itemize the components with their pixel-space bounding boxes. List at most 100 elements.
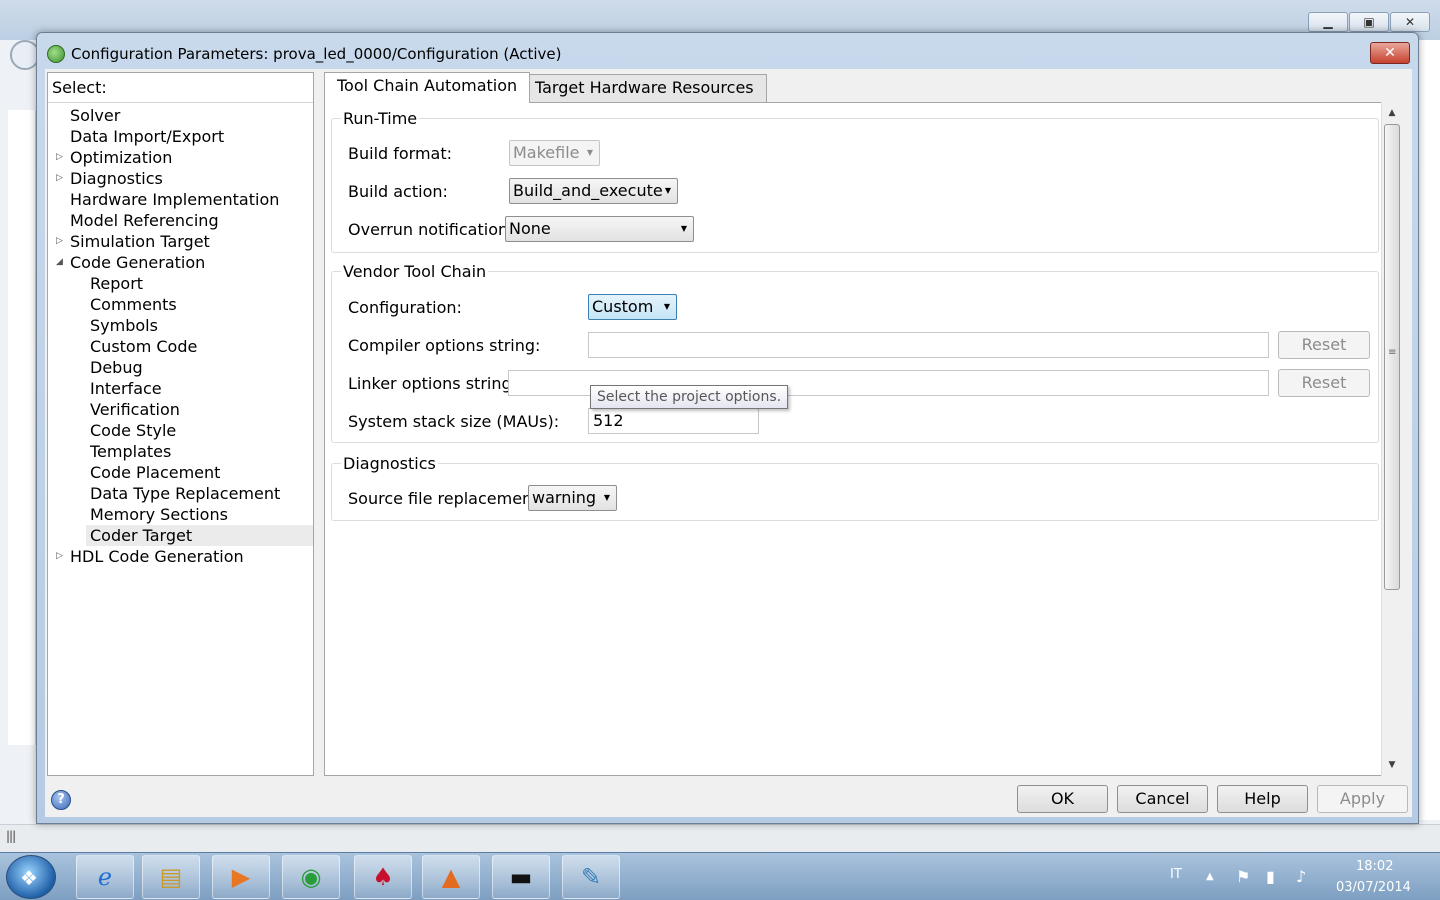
scroll-thumb[interactable]: ≡ (1384, 124, 1400, 590)
help-question-icon[interactable]: ? (51, 790, 71, 810)
tree-item-hardware-implementation[interactable]: Hardware Implementation (70, 189, 279, 210)
linker-options-label: Linker options string: (348, 374, 518, 393)
overrun-notification-dropdown[interactable]: None ▼ (505, 216, 694, 242)
tree-item-data-type-replacement[interactable]: Data Type Replacement (90, 483, 280, 504)
background-left-pane (8, 110, 36, 745)
internet-explorer-icon[interactable]: ℯ (76, 855, 134, 899)
cancel-button[interactable]: Cancel (1117, 785, 1208, 813)
tree-item-report[interactable]: Report (90, 273, 143, 294)
tree-item-comments[interactable]: Comments (90, 294, 177, 315)
build-action-dropdown[interactable]: Build_and_execute ▼ (509, 178, 678, 204)
tree-item-coder-target[interactable]: Coder Target (86, 525, 313, 546)
scroll-up-icon[interactable]: ▲ (1382, 104, 1402, 122)
tree-item-memory-sections[interactable]: Memory Sections (90, 504, 228, 525)
ok-button[interactable]: OK (1017, 785, 1108, 813)
clock-date[interactable]: 03/07/2014 (1336, 880, 1411, 895)
category-tree: Select: Solver Data Import/Export ▷ Opti… (47, 72, 314, 776)
configuration-tooltip: Select the project options. (590, 385, 789, 409)
expand-diagnostics-icon[interactable]: ▷ (56, 168, 66, 189)
start-button[interactable]: ❖ (6, 855, 56, 899)
tab-target-hardware-resources[interactable]: Target Hardware Resources (522, 74, 767, 102)
background-close-button[interactable]: ✕ (1390, 12, 1430, 32)
vendor-tool-chain-group: Vendor Tool Chain Configuration: Custom … (331, 262, 1379, 443)
status-bar-grip-icon: ||| (6, 829, 16, 843)
tray-expand-icon[interactable]: ▲ (1206, 871, 1214, 882)
tree-item-model-referencing[interactable]: Model Referencing (70, 210, 219, 231)
windows-logo-icon: ❖ (20, 866, 38, 890)
tree-item-debug[interactable]: Debug (90, 357, 143, 378)
source-file-replacement-dropdown[interactable]: warning ▼ (528, 485, 617, 511)
tree-item-templates[interactable]: Templates (90, 441, 171, 462)
scroll-down-icon[interactable]: ▼ (1382, 756, 1402, 774)
language-indicator[interactable]: IT (1170, 867, 1182, 882)
chevron-down-icon: ▼ (664, 186, 671, 195)
diagnostics-group: Diagnostics Source file replacement: war… (331, 454, 1379, 521)
tree-item-simulation-target[interactable]: Simulation Target (70, 231, 210, 252)
build-action-value: Build_and_execute (513, 181, 663, 200)
scroll-grip-icon: ≡ (1388, 347, 1397, 358)
build-format-value: Makefile (513, 143, 580, 162)
tree-item-code-generation[interactable]: Code Generation (70, 252, 205, 273)
tab-content: Run-Time Build format: Makefile ▼ Build … (324, 102, 1390, 776)
dialog-title: Configuration Parameters: prova_led_0000… (71, 45, 562, 63)
media-player-icon[interactable]: ▶ (212, 855, 270, 899)
background-maximize-button[interactable]: ▣ (1349, 12, 1389, 32)
volume-icon[interactable]: ♪ (1296, 867, 1306, 886)
help-button[interactable]: Help (1217, 785, 1308, 813)
taskbar: ❖ ℯ ▤ ▶ ◉ ♠ ▲ ▬ ✎ IT ▲ ⚑ ▮ ♪ 18:02 03/07… (0, 852, 1440, 900)
chevron-down-icon: ▼ (663, 302, 670, 311)
action-center-flag-icon[interactable]: ⚑ (1236, 867, 1250, 886)
configuration-dropdown[interactable]: Custom ▼ (588, 294, 677, 320)
chrome-icon[interactable]: ◉ (282, 855, 340, 899)
expand-hdl-code-generation-icon[interactable]: ▷ (56, 546, 66, 567)
overrun-notification-label: Overrun notification: (348, 220, 514, 239)
network-signal-icon[interactable]: ▮ (1266, 867, 1275, 886)
vertical-scrollbar[interactable]: ▲ ≡ ▼ (1381, 102, 1401, 776)
configuration-label: Configuration: (348, 298, 462, 317)
source-file-replacement-label: Source file replacement: (348, 489, 544, 508)
background-right-pane (1418, 40, 1440, 820)
tree-item-hdl-code-generation[interactable]: HDL Code Generation (70, 546, 244, 567)
configuration-parameters-dialog: Configuration Parameters: prova_led_0000… (36, 32, 1419, 824)
matlab-icon[interactable]: ▲ (422, 855, 480, 899)
tree-item-custom-code[interactable]: Custom Code (90, 336, 197, 357)
collapse-code-generation-icon[interactable]: ◢ (56, 252, 66, 273)
build-action-label: Build action: (348, 182, 448, 201)
chevron-down-icon: ▼ (603, 493, 610, 502)
tree-item-data-import-export[interactable]: Data Import/Export (70, 126, 224, 147)
tree-header: Select: (48, 73, 313, 103)
linker-reset-button[interactable]: Reset (1278, 369, 1370, 397)
system-stack-size-input[interactable]: 512 (588, 408, 759, 434)
overrun-notification-value: None (509, 219, 551, 238)
chevron-down-icon: ▼ (680, 224, 687, 233)
tree-item-optimization[interactable]: Optimization (70, 147, 172, 168)
tree-item-interface[interactable]: Interface (90, 378, 162, 399)
tab-tool-chain-automation[interactable]: Tool Chain Automation (324, 72, 531, 103)
dialog-body: Select: Solver Data Import/Export ▷ Opti… (45, 69, 1412, 817)
tree-item-code-placement[interactable]: Code Placement (90, 462, 220, 483)
command-prompt-icon[interactable]: ▬ (492, 855, 550, 899)
expand-optimization-icon[interactable]: ▷ (56, 147, 66, 168)
tree-item-code-style[interactable]: Code Style (90, 420, 176, 441)
tree-item-solver[interactable]: Solver (70, 105, 120, 126)
paint-icon[interactable]: ✎ (562, 855, 620, 899)
diagnostics-group-title: Diagnostics (341, 454, 438, 473)
tree-item-verification[interactable]: Verification (90, 399, 180, 420)
file-explorer-icon[interactable]: ▤ (142, 855, 200, 899)
build-format-label: Build format: (348, 144, 453, 163)
tree-item-diagnostics[interactable]: Diagnostics (70, 168, 163, 189)
background-minimize-button[interactable]: ▁ (1308, 12, 1348, 32)
configuration-value: Custom (592, 297, 654, 316)
apply-button[interactable]: Apply (1317, 785, 1408, 813)
compiler-reset-button[interactable]: Reset (1278, 331, 1370, 359)
acrobat-icon[interactable]: ♠ (354, 855, 412, 899)
source-file-replacement-value: warning (532, 488, 597, 507)
compiler-options-input[interactable] (588, 332, 1269, 358)
expand-simulation-target-icon[interactable]: ▷ (56, 231, 66, 252)
clock-time[interactable]: 18:02 (1356, 859, 1393, 874)
dialog-close-button[interactable]: ✕ (1370, 42, 1410, 64)
vendor-tool-chain-group-title: Vendor Tool Chain (341, 262, 489, 281)
chevron-down-icon: ▼ (586, 148, 593, 157)
tab-bar: Tool Chain Automation Target Hardware Re… (324, 72, 1384, 103)
tree-item-symbols[interactable]: Symbols (90, 315, 158, 336)
